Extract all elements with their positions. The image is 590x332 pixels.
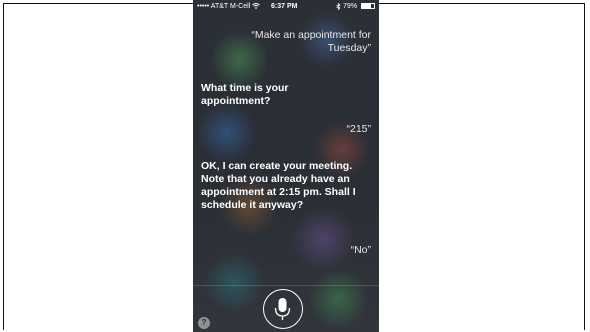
- user-utterance-1: “Make an appointment for Tuesday”: [251, 29, 371, 54]
- status-right: 79%: [336, 0, 375, 14]
- siri-response-2: OK, I can create your meeting. Note that…: [201, 160, 356, 211]
- bluetooth-icon: [336, 2, 343, 10]
- phone-screen: ••••• AT&T M-Cell 6:37 PM 79% “Make an a…: [193, 0, 379, 332]
- status-bar: ••••• AT&T M-Cell 6:37 PM 79%: [193, 0, 379, 14]
- divider: [193, 285, 379, 286]
- battery-icon: [361, 3, 375, 10]
- user-utterance-2: “215”: [346, 123, 371, 135]
- carrier-signal: ••••• AT&T M-Cell: [197, 0, 260, 14]
- help-icon[interactable]: ?: [198, 317, 210, 329]
- wifi-icon: [252, 3, 260, 10]
- battery-percent: 79%: [343, 3, 358, 10]
- user-utterance-3: “No”: [350, 244, 371, 256]
- carrier-label: ••••• AT&T M-Cell: [197, 3, 251, 10]
- battery-fill: [362, 4, 372, 9]
- microphone-button[interactable]: [263, 289, 303, 329]
- siri-response-1: What time is your appointment?: [201, 82, 289, 107]
- status-time: 6:37 PM: [271, 3, 298, 10]
